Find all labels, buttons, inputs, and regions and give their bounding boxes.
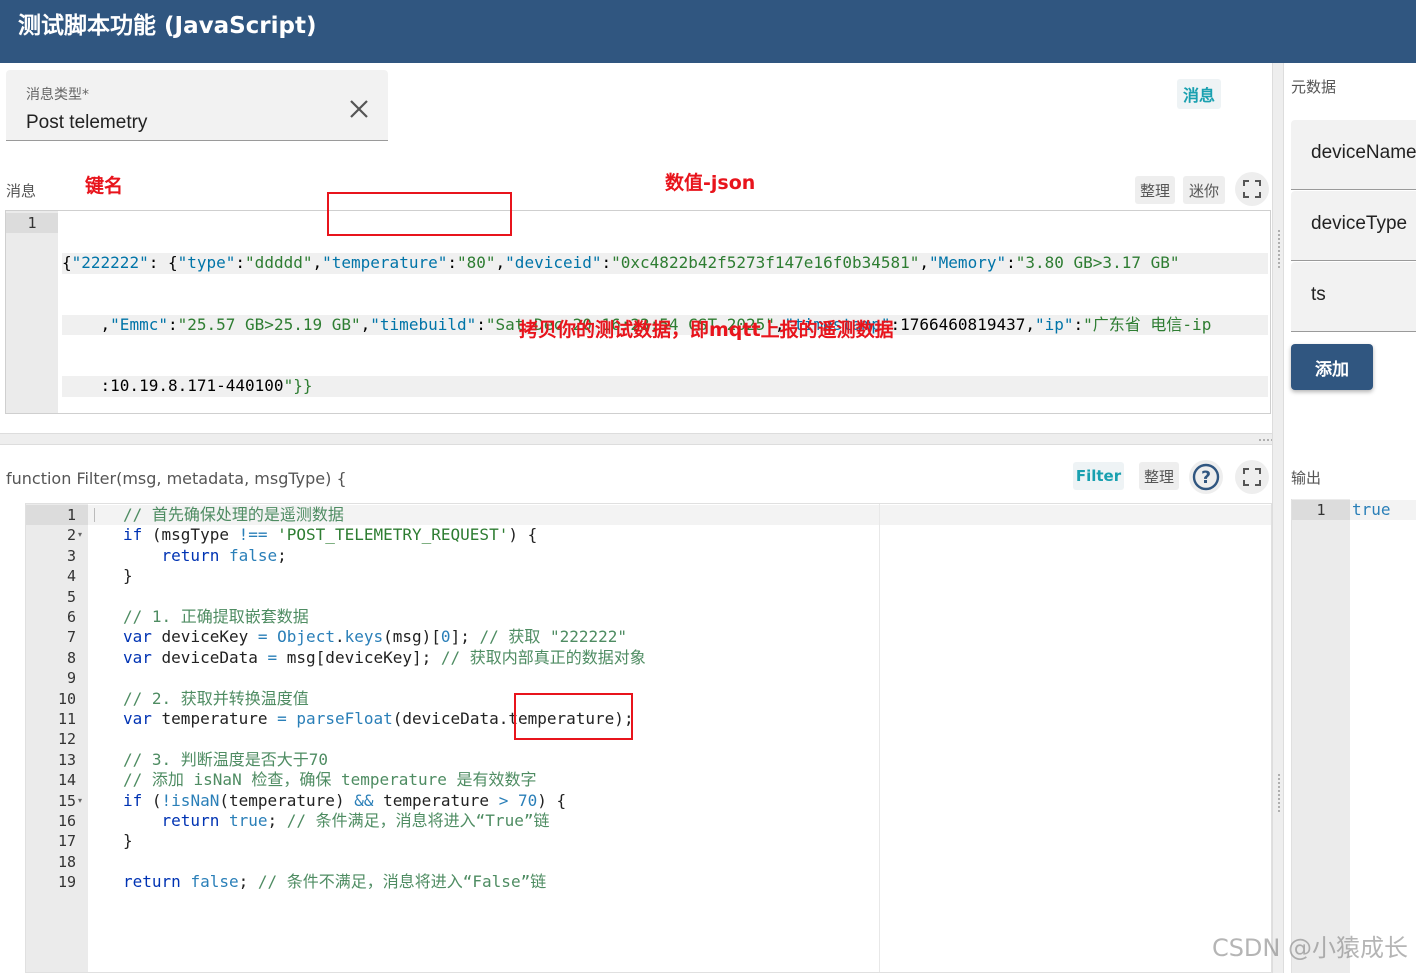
line-number: 18 (57, 852, 76, 871)
line-number: 12 (57, 730, 76, 749)
horizontal-splitter[interactable] (0, 433, 1416, 445)
splitter-grip (1277, 773, 1281, 813)
line-number: 17 (57, 832, 76, 851)
fold-arrow-icon[interactable]: ▾ (78, 530, 82, 539)
splitter-grip (1277, 229, 1281, 269)
code-line: if (!isNaN(temperature) && temperature >… (123, 790, 567, 810)
output-title: 输出 (1291, 469, 1322, 487)
metadata-field-devicename[interactable]: deviceName (1291, 120, 1416, 190)
message-section-label: 消息 (6, 182, 37, 200)
function-code-editor[interactable]: 1 2 ▾ 3 4 5 6 7 8 9 10 11 12 13 14 15 ▾ 16 17 18 19 // 首先确保处… (25, 503, 1272, 973)
print-margin (879, 504, 880, 972)
code-line: var deviceKey = Object.keys(msg)[0]; // … (123, 627, 628, 647)
line-number: 10 (57, 689, 76, 708)
message-type-select[interactable]: 消息类型* Post telemetry (6, 70, 388, 141)
code-line: // 3. 判断温度是否大于70 (123, 749, 329, 769)
line-number: 8 (66, 648, 76, 667)
filter-tab-button[interactable]: Filter (1073, 462, 1124, 490)
fold-arrow-icon[interactable]: ▾ (78, 796, 82, 805)
output-editor[interactable]: 1 true (1291, 499, 1416, 973)
line-number: 14 (57, 771, 76, 790)
vertical-splitter[interactable] (1272, 63, 1284, 973)
line-number: 4 (66, 567, 76, 586)
code-line: // 添加 isNaN 检查，确保 temperature 是有效数字 (123, 770, 537, 790)
format-code-button[interactable]: 整理 (1139, 462, 1179, 490)
message-json-code: {"222222": {"type":"ddddd","temperature"… (62, 212, 1268, 413)
line-number: 1 (66, 506, 76, 524)
highlight-temperature-property (514, 693, 633, 740)
main-content: 消息类型* Post telemetry 消息 消息 键名 数值-json 整理… (0, 63, 1416, 973)
metadata-title: 元数据 (1291, 78, 1337, 96)
json-line-1: {"222222": {"type":"ddddd","temperature"… (62, 253, 1268, 274)
code-line: var deviceData = msg[deviceKey]; // 获取内部… (123, 647, 646, 667)
metadata-key: ts (1311, 284, 1326, 305)
metadata-key: deviceName (1311, 142, 1416, 163)
metadata-field-devicetype[interactable]: deviceType (1291, 191, 1416, 261)
line-number: 9 (66, 669, 76, 688)
message-type-value: Post telemetry (26, 112, 148, 133)
line-number: 7 (66, 628, 76, 647)
code-line: // 2. 获取并转换温度值 (123, 688, 309, 708)
right-panel: 元数据 deviceName deviceType ts 添加 输出 1 tru… (1284, 63, 1416, 973)
message-tab-chip[interactable]: 消息 (1177, 79, 1221, 109)
code-line: return false; // 条件不满足，消息将进入“False”链 (123, 872, 547, 892)
line-number: 19 (57, 873, 76, 892)
fullscreen-icon[interactable] (1235, 460, 1269, 494)
function-signature: function Filter(msg, metadata, msgType) … (6, 469, 347, 488)
svg-text:?: ? (1201, 468, 1211, 488)
output-gutter: 1 (1292, 499, 1350, 973)
line-number: 2 (66, 526, 76, 545)
close-icon[interactable] (348, 98, 370, 124)
watermark: CSDN @小猿成长 (1211, 934, 1408, 962)
format-json-button[interactable]: 整理 (1135, 176, 1175, 204)
highlight-temperature-key (327, 192, 512, 236)
line-number: 11 (57, 710, 76, 728)
annotation-key-name: 键名 (85, 175, 124, 197)
code-line: return true; // 条件满足，消息将进入“True”链 (161, 811, 550, 830)
code-line: // 1. 正确提取嵌套数据 (123, 607, 309, 626)
line-number: 5 (66, 587, 76, 606)
help-circle-icon[interactable]: ? (1189, 460, 1223, 494)
message-editor-gutter: 1 (6, 211, 58, 413)
fullscreen-icon[interactable] (1235, 172, 1269, 206)
line-number: 6 (66, 608, 76, 626)
code-line: if (msgType !== 'POST_TELEMETRY_REQUEST'… (123, 525, 538, 545)
line-number: 1 (6, 213, 58, 233)
line-number: 3 (66, 546, 76, 565)
output-value: true (1350, 500, 1416, 520)
minify-json-button[interactable]: 迷你 (1183, 176, 1225, 204)
message-json-editor[interactable]: 1 {"222222": {"type":"ddddd","temperatur… (5, 210, 1271, 414)
page-title: 测试脚本功能 (JavaScript) (18, 13, 317, 39)
annotation-value-json: 数值-json (665, 172, 756, 194)
app-header: 测试脚本功能 (JavaScript) (0, 0, 1416, 63)
indent-guide (94, 508, 95, 522)
message-type-label: 消息类型* (26, 87, 89, 103)
metadata-key: deviceType (1311, 213, 1408, 234)
code-line: return false; (161, 545, 287, 565)
json-line-3: :10.19.8.171-440100"}} (62, 376, 1268, 397)
line-number: 13 (57, 750, 76, 769)
line-number: 1 (1292, 500, 1350, 520)
code-line: } (123, 566, 133, 586)
function-editor-gutter: 1 2 ▾ 3 4 5 6 7 8 9 10 11 12 13 14 15 ▾ 16 17 18 19 (26, 504, 88, 972)
line-number: 16 (57, 812, 76, 830)
code-line: // 首先确保处理的是遥测数据 (123, 505, 344, 524)
annotation-copy-hint: 拷贝你的测试数据，即mqtt上报的遥测数据 (519, 319, 894, 341)
line-number: 15 (57, 791, 76, 810)
add-metadata-button[interactable]: 添加 (1291, 344, 1373, 390)
metadata-field-ts[interactable]: ts (1291, 262, 1416, 332)
code-line: } (123, 831, 133, 851)
